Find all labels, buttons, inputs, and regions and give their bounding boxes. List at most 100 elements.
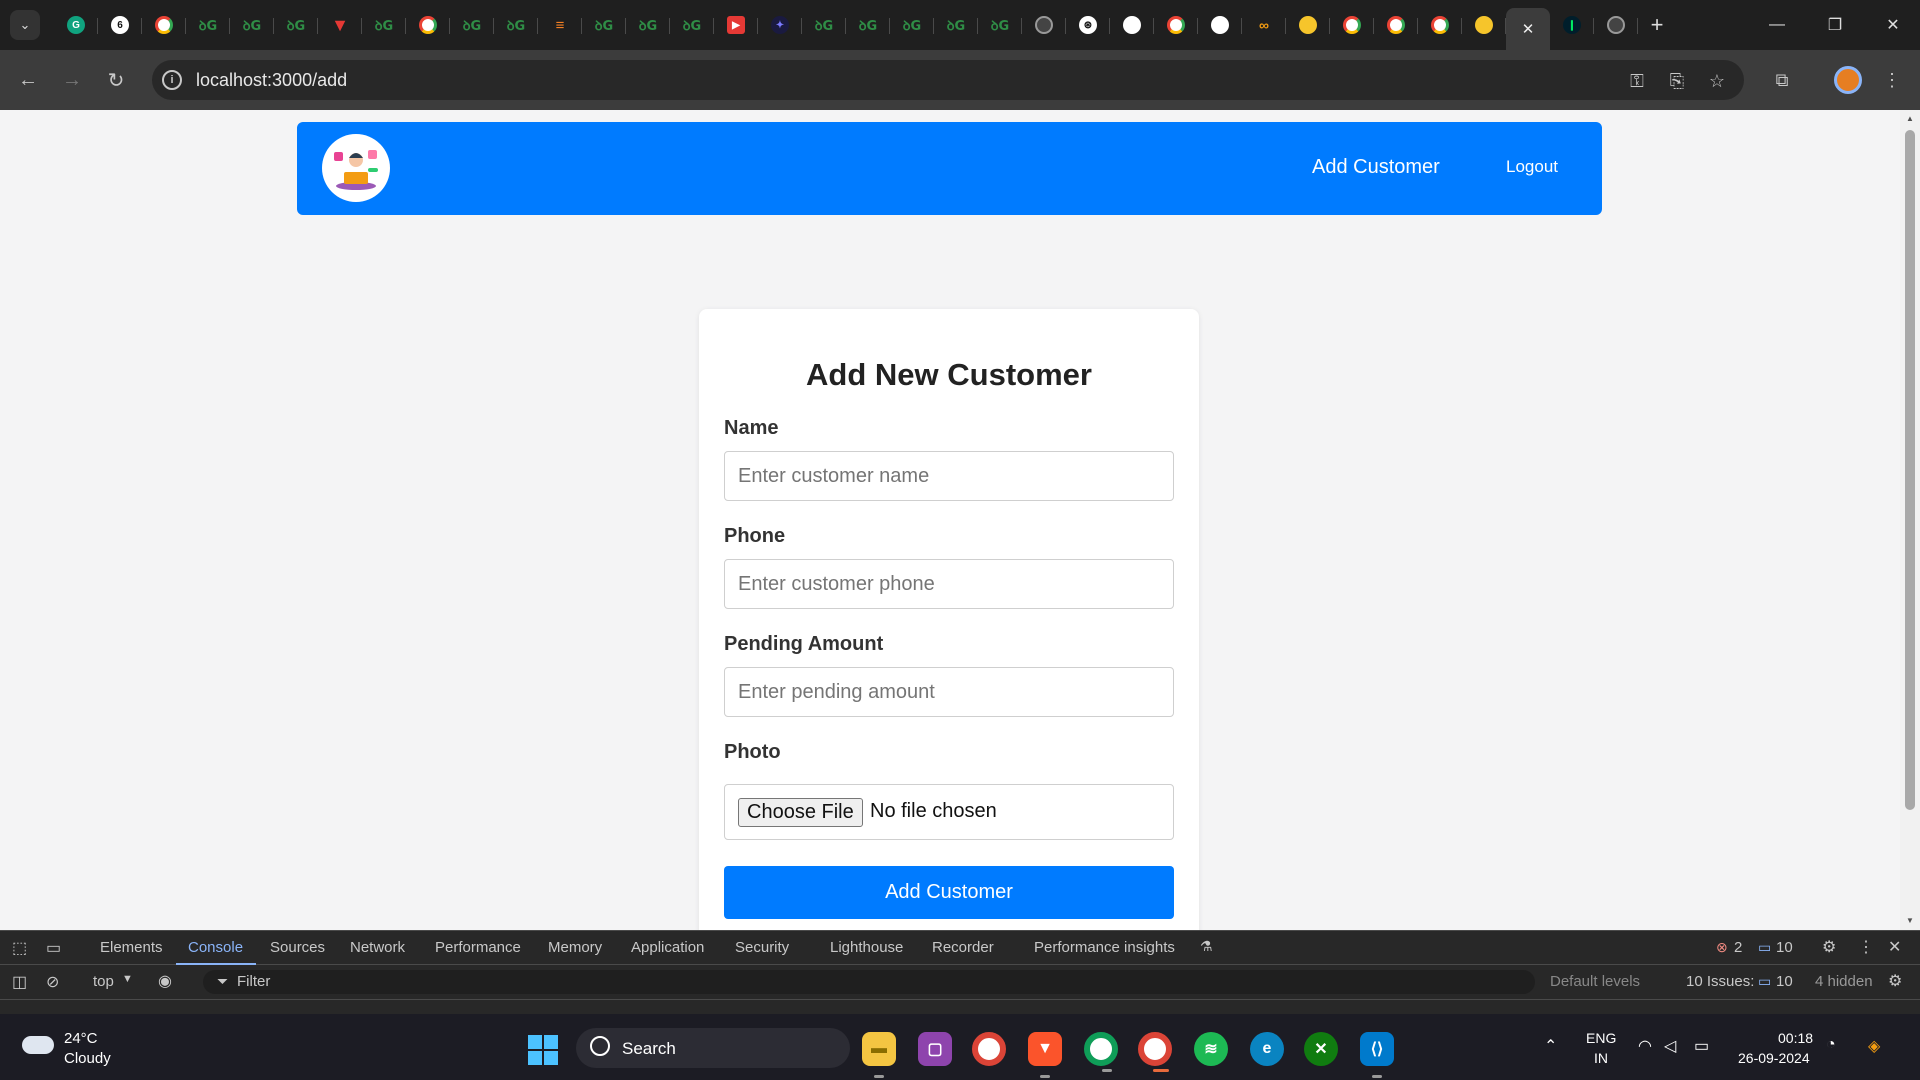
weather-description[interactable]: Cloudy	[64, 1050, 111, 1067]
inspect-element-icon[interactable]: ⬚	[12, 938, 27, 958]
console-filter-input[interactable]: ⏷ Filter	[203, 970, 1535, 994]
phone-input[interactable]	[724, 559, 1174, 609]
context-dropdown-icon[interactable]: ▼	[122, 973, 133, 985]
devtools-tab-security[interactable]: Security	[735, 939, 789, 956]
bookmark-star-icon[interactable]: ☆	[1704, 68, 1730, 94]
forward-button[interactable]: →	[56, 64, 88, 96]
tab[interactable]: ꝺG	[890, 5, 934, 45]
region-indicator[interactable]: IN	[1594, 1050, 1608, 1066]
address-bar[interactable]: i localhost:3000/add ⚿ ⎘ ☆	[152, 60, 1744, 100]
pending-amount-input[interactable]	[724, 667, 1174, 717]
volume-icon[interactable]: ◁	[1664, 1036, 1676, 1056]
restore-button[interactable]: ❐	[1806, 0, 1864, 50]
windows-start-button[interactable]	[528, 1035, 558, 1065]
tab[interactable]: ꝺG	[230, 5, 274, 45]
proton-vpn-icon[interactable]: ▢	[918, 1032, 952, 1066]
install-app-icon[interactable]: ⎘	[1664, 68, 1690, 94]
tab[interactable]	[406, 5, 450, 45]
error-count[interactable]: 2	[1734, 939, 1742, 956]
devtools-tab-application[interactable]: Application	[631, 939, 704, 956]
battery-icon[interactable]: ▭	[1694, 1036, 1709, 1056]
tab[interactable]	[142, 5, 186, 45]
context-selector[interactable]: top	[93, 973, 114, 990]
device-toolbar-icon[interactable]: ▭	[46, 938, 61, 958]
tab[interactable]	[1110, 5, 1154, 45]
minimize-button[interactable]: —	[1748, 0, 1806, 50]
clear-console-icon[interactable]: ⊘	[46, 972, 59, 992]
tab[interactable]: ꝺG	[582, 5, 626, 45]
url-text[interactable]: localhost:3000/add	[196, 70, 347, 91]
add-customer-submit-button[interactable]: Add Customer	[724, 866, 1174, 919]
close-devtools-icon[interactable]: ✕	[1888, 937, 1901, 957]
tab[interactable]: ❙	[1550, 5, 1594, 45]
active-tab[interactable]: ✕	[1506, 8, 1550, 50]
message-icon[interactable]: ▭	[1758, 939, 1771, 956]
close-window-button[interactable]: ✕	[1864, 0, 1920, 50]
spotify-icon[interactable]: ≋	[1194, 1032, 1228, 1066]
nav-logout-link[interactable]: Logout	[1506, 157, 1558, 177]
scroll-up-icon[interactable]: ▲	[1905, 114, 1915, 124]
tab[interactable]: ꝺG	[670, 5, 714, 45]
photo-file-input[interactable]: Choose File No file chosen	[724, 784, 1174, 840]
settings-gear-icon[interactable]: ⚙	[1822, 937, 1836, 957]
browser-menu-icon[interactable]: ⋮	[1876, 64, 1908, 96]
reload-button[interactable]: ↻	[100, 64, 132, 96]
site-info-icon[interactable]: i	[162, 70, 182, 90]
devtools-tab-sources[interactable]: Sources	[270, 939, 325, 956]
tab[interactable]	[1374, 5, 1418, 45]
nav-add-customer-link[interactable]: Add Customer	[1312, 156, 1440, 179]
devtools-tab-elements[interactable]: Elements	[100, 939, 163, 956]
xbox-icon[interactable]: ✕	[1304, 1032, 1338, 1066]
name-input[interactable]	[724, 451, 1174, 501]
tab[interactable]	[1154, 5, 1198, 45]
tab[interactable]	[1330, 5, 1374, 45]
tab[interactable]: ✦	[758, 5, 802, 45]
page-scrollbar[interactable]: ▲ ▼	[1900, 110, 1920, 930]
tab[interactable]	[1286, 5, 1330, 45]
devtools-tab-recorder[interactable]: Recorder	[932, 939, 994, 956]
devtools-tab-memory[interactable]: Memory	[548, 939, 602, 956]
console-area[interactable]	[0, 999, 1920, 1015]
chrome-icon[interactable]	[972, 1032, 1006, 1066]
devtools-tab-performance-insights[interactable]: Performance insights	[1034, 939, 1175, 956]
tab[interactable]: ꝺG	[802, 5, 846, 45]
tab[interactable]: ꝺG	[186, 5, 230, 45]
vscode-icon[interactable]: ⟨⟩	[1360, 1032, 1394, 1078]
chrome-profile-icon[interactable]	[1084, 1032, 1118, 1072]
file-explorer-icon[interactable]: ▬	[862, 1032, 896, 1078]
tab[interactable]: ꝺG	[362, 5, 406, 45]
scroll-down-icon[interactable]: ▼	[1905, 916, 1915, 926]
tab[interactable]: ▼	[318, 5, 362, 45]
live-expression-eye-icon[interactable]: ◉	[158, 971, 172, 991]
tab[interactable]: ꝺG	[934, 5, 978, 45]
tab[interactable]: ▶	[714, 5, 758, 45]
devtools-tab-console[interactable]: Console	[188, 939, 243, 956]
tab[interactable]: G	[54, 5, 98, 45]
taskbar-search[interactable]: Search	[576, 1028, 850, 1068]
tab[interactable]	[1594, 5, 1638, 45]
back-button[interactable]: ←	[12, 64, 44, 96]
devtools-tab-network[interactable]: Network	[350, 939, 405, 956]
cloud-icon[interactable]	[22, 1036, 54, 1054]
error-icon[interactable]: ⊗	[1716, 939, 1728, 956]
password-key-icon[interactable]: ⚿	[1624, 68, 1650, 94]
devtools-tab-performance[interactable]: Performance	[435, 939, 521, 956]
wifi-icon[interactable]: ◠	[1638, 1036, 1652, 1056]
issues-label[interactable]: 10 Issues:	[1686, 973, 1754, 990]
tab[interactable]: ∞	[1242, 5, 1286, 45]
app-logo[interactable]	[322, 134, 390, 202]
tab[interactable]	[1198, 5, 1242, 45]
brave-icon[interactable]: ▼	[1028, 1032, 1062, 1078]
tab[interactable]	[1462, 5, 1506, 45]
tray-overflow-chevron-icon[interactable]: ⌃	[1544, 1036, 1557, 1056]
sidebar-toggle-icon[interactable]: ◫	[12, 972, 27, 992]
weather-temperature[interactable]: 24°C	[64, 1030, 98, 1047]
issues-icon[interactable]: ▭	[1758, 973, 1771, 990]
tab-search-button[interactable]: ⌄	[10, 10, 40, 40]
choose-file-button[interactable]: Choose File	[738, 798, 863, 827]
log-levels-dropdown[interactable]: Default levels	[1550, 973, 1640, 990]
clock-time[interactable]: 00:18	[1778, 1030, 1813, 1046]
notification-bell-icon[interactable]: ◔	[1826, 1036, 1836, 1054]
more-options-icon[interactable]: ⋮	[1858, 937, 1874, 957]
tab[interactable]: ꝺG	[494, 5, 538, 45]
